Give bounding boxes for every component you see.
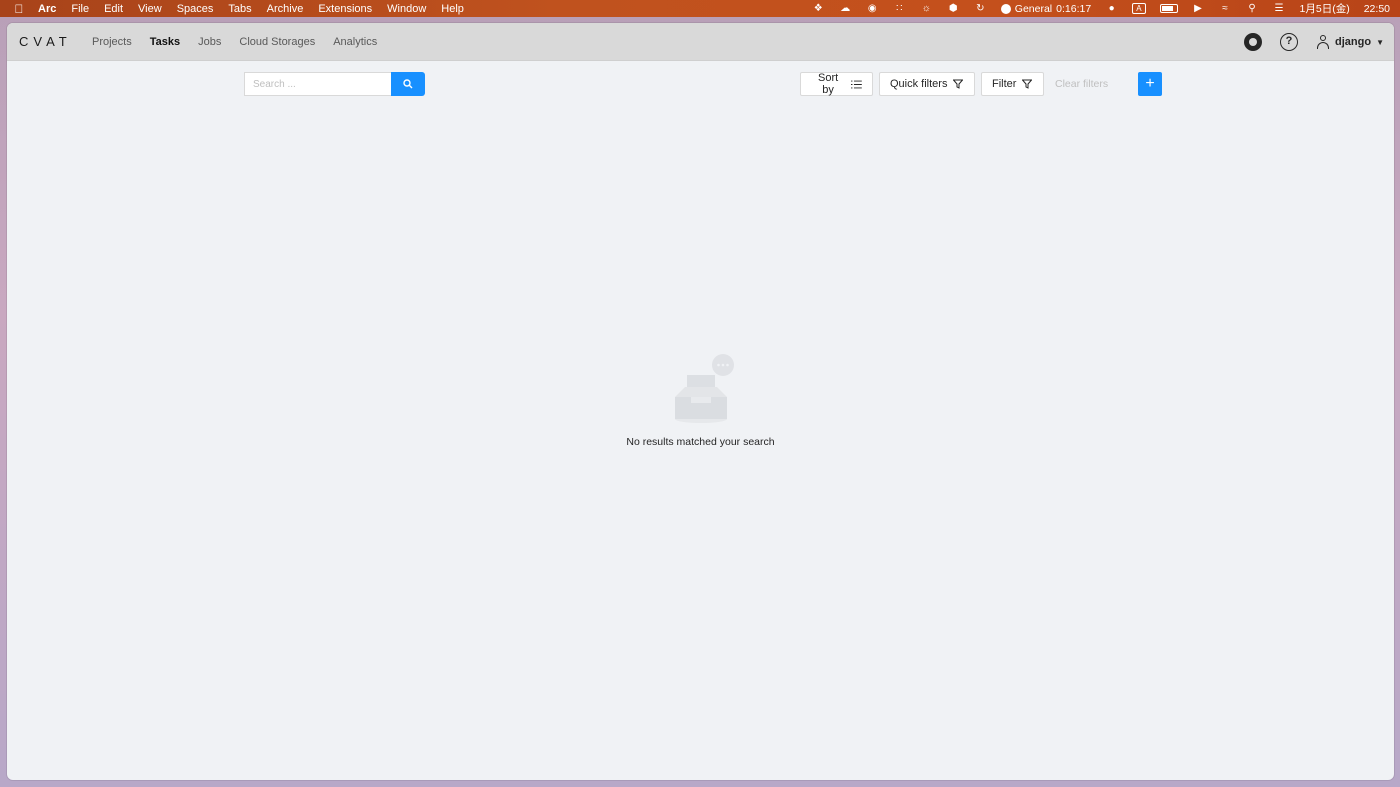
timer-value: 0:16:17 bbox=[1056, 2, 1092, 15]
search-input[interactable] bbox=[244, 72, 391, 96]
grid-icon[interactable]: ∷ bbox=[893, 3, 906, 14]
menubar-status-area: ❖ ☁ ◉ ∷ ☼ ⬢ ↻ General 0:16:17 ● A ▶ ≈ ⚲ … bbox=[812, 0, 1390, 17]
menu-archive[interactable]: Archive bbox=[267, 3, 304, 15]
cvat-logo[interactable]: CVAT bbox=[19, 34, 69, 49]
sort-list-icon bbox=[851, 80, 862, 88]
main-nav: Projects Tasks Jobs Cloud Storages Analy… bbox=[83, 36, 386, 48]
nav-cloud-storages[interactable]: Cloud Storages bbox=[230, 36, 324, 48]
input-source-indicator[interactable]: A bbox=[1132, 3, 1146, 14]
nav-tasks[interactable]: Tasks bbox=[141, 36, 189, 48]
sort-by-button[interactable]: Sort by bbox=[800, 72, 873, 96]
nav-jobs[interactable]: Jobs bbox=[189, 36, 230, 48]
quick-filters-button[interactable]: Quick filters bbox=[879, 72, 975, 96]
menu-view[interactable]: View bbox=[138, 3, 162, 15]
filter-button[interactable]: Filter bbox=[981, 72, 1044, 96]
battery-icon[interactable] bbox=[1159, 4, 1178, 13]
timer-label: General bbox=[1014, 2, 1053, 15]
menu-file[interactable]: File bbox=[71, 3, 89, 15]
clear-filters-button[interactable]: Clear filters bbox=[1055, 72, 1108, 96]
shield-icon[interactable]: ⬢ bbox=[947, 3, 960, 14]
play-icon[interactable]: ▶ bbox=[1192, 3, 1205, 14]
cloud-icon[interactable]: ☁ bbox=[839, 3, 852, 14]
menu-spaces[interactable]: Spaces bbox=[177, 3, 214, 15]
spotlight-search-icon[interactable]: ⚲ bbox=[1246, 3, 1259, 14]
user-icon bbox=[1316, 35, 1330, 49]
menubar-date[interactable]: 1月5日(金) bbox=[1300, 1, 1350, 16]
bell-icon[interactable]: ● bbox=[1105, 3, 1118, 14]
macos-menubar:  Arc File Edit View Spaces Tabs Archive… bbox=[0, 0, 1400, 17]
sort-by-label: Sort by bbox=[818, 72, 839, 96]
wifi-icon[interactable]: ≈ bbox=[1219, 3, 1232, 14]
github-icon[interactable] bbox=[1244, 33, 1263, 51]
apple-menu-icon[interactable]:  bbox=[0, 2, 38, 16]
menu-arc[interactable]: Arc bbox=[38, 3, 56, 15]
filter-icon bbox=[953, 79, 964, 89]
sync-icon[interactable]: ↻ bbox=[974, 3, 987, 14]
search-icon bbox=[403, 79, 413, 89]
create-task-button[interactable]: + bbox=[1138, 72, 1162, 96]
user-menu[interactable]: django ▼ bbox=[1316, 35, 1384, 49]
dropbox-icon[interactable]: ❖ bbox=[812, 3, 825, 14]
control-center-icon[interactable]: ☰ bbox=[1273, 3, 1286, 14]
weather-icon[interactable]: ☼ bbox=[920, 3, 933, 14]
menu-window[interactable]: Window bbox=[387, 3, 426, 15]
empty-inbox-icon bbox=[661, 353, 741, 428]
empty-state: No results matched your search bbox=[7, 353, 1394, 448]
filter-icon bbox=[1022, 79, 1033, 89]
search-group bbox=[244, 72, 425, 96]
nav-analytics[interactable]: Analytics bbox=[324, 36, 386, 48]
menubar-time[interactable]: 22:50 bbox=[1364, 3, 1390, 15]
menu-tabs[interactable]: Tabs bbox=[228, 3, 251, 15]
menu-help[interactable]: Help bbox=[441, 3, 464, 15]
header-actions: ? django ▼ bbox=[1244, 23, 1384, 61]
menu-extensions[interactable]: Extensions bbox=[318, 3, 372, 15]
username: django bbox=[1335, 36, 1372, 48]
quick-filters-label: Quick filters bbox=[890, 78, 948, 90]
chevron-down-icon: ▼ bbox=[1376, 37, 1384, 47]
menu-edit[interactable]: Edit bbox=[104, 3, 123, 15]
help-icon[interactable]: ? bbox=[1280, 33, 1299, 51]
app-header: CVAT Projects Tasks Jobs Cloud Storages … bbox=[7, 23, 1394, 61]
app-window: CVAT Projects Tasks Jobs Cloud Storages … bbox=[7, 23, 1394, 780]
filter-label: Filter bbox=[992, 78, 1017, 90]
screenshot-icon[interactable]: ◉ bbox=[866, 3, 879, 14]
empty-state-message: No results matched your search bbox=[626, 436, 775, 448]
search-button[interactable] bbox=[391, 72, 425, 96]
timer-icon bbox=[1000, 3, 1011, 14]
nav-projects[interactable]: Projects bbox=[83, 36, 141, 48]
tasks-toolbar: Sort by Quick filters Filter Clear filte… bbox=[7, 72, 1394, 96]
timer-widget[interactable]: General 0:16:17 bbox=[1000, 2, 1092, 15]
